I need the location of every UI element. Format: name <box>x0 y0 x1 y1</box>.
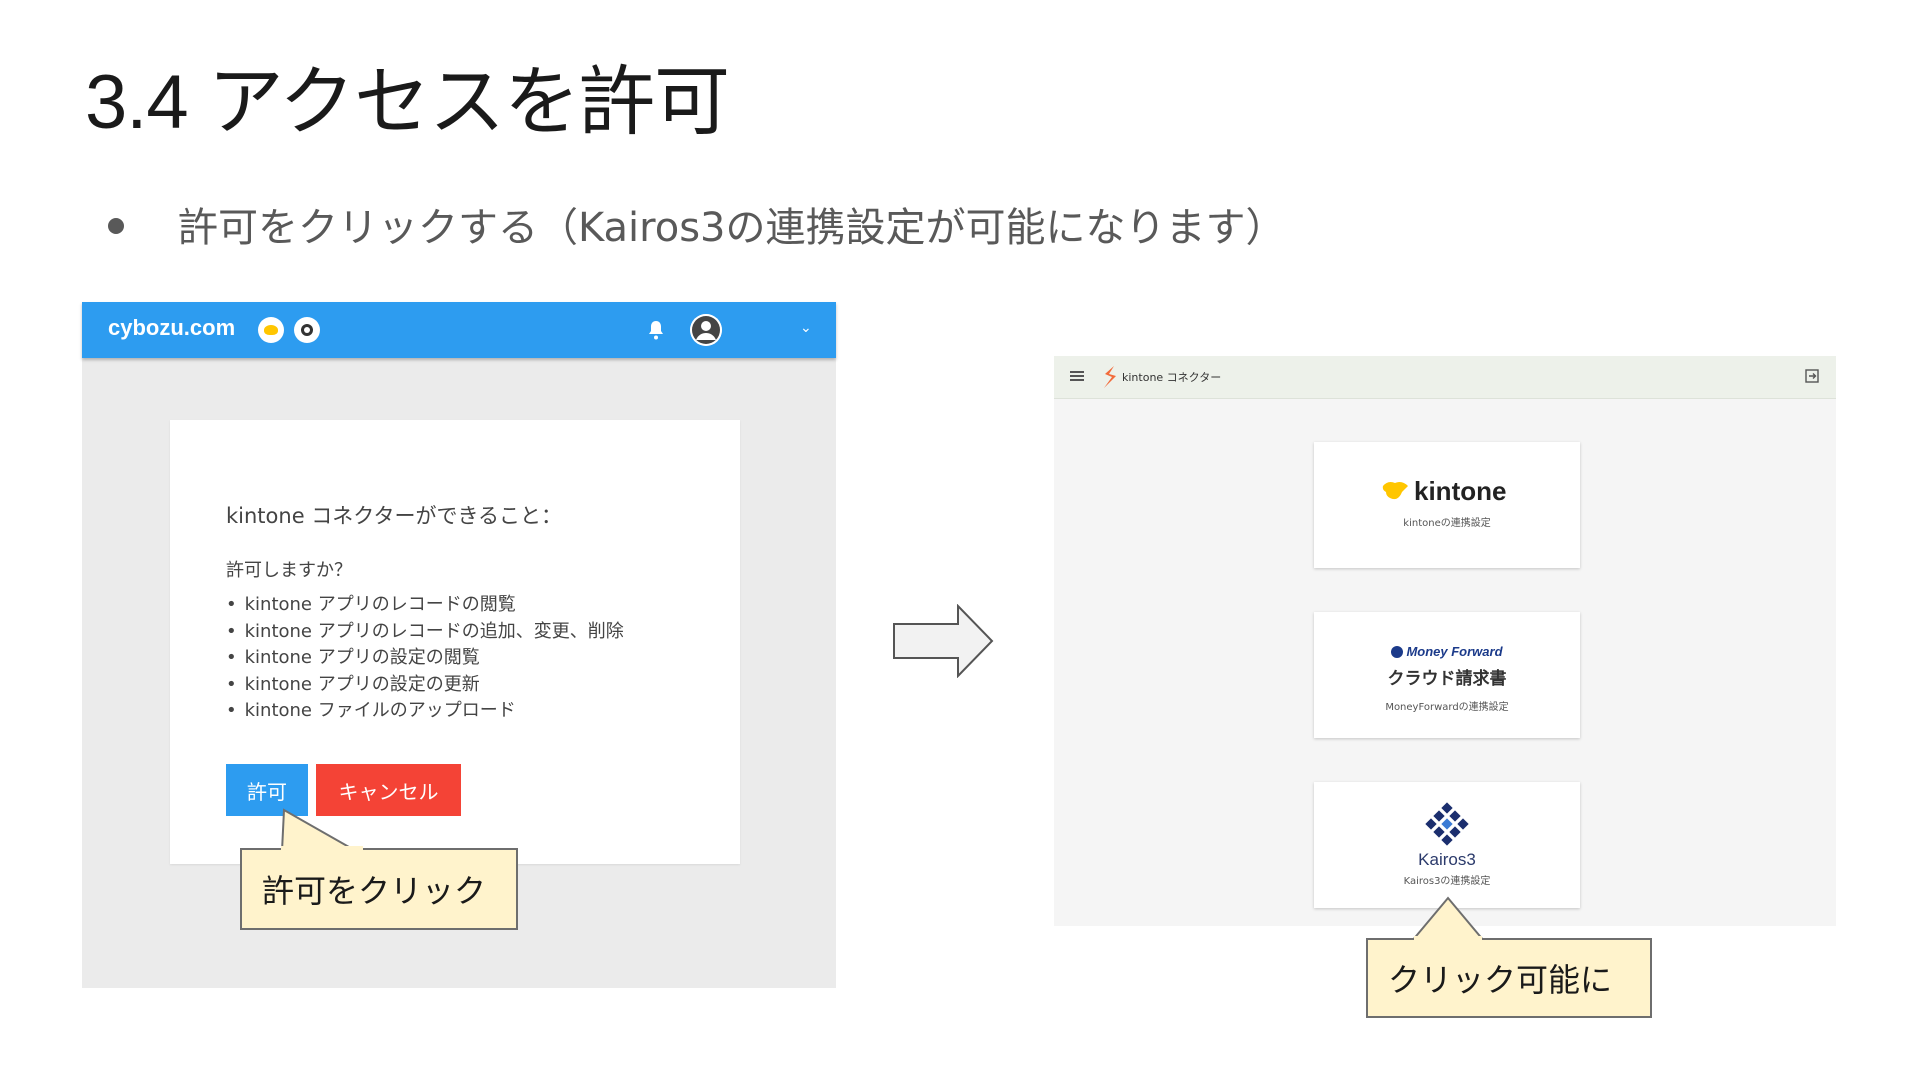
user-avatar-icon[interactable] <box>690 314 722 346</box>
moneyforward-logo-icon <box>1391 645 1404 658</box>
bullet-text: 許可をクリックする（Kairos3の連携設定が可能になります） <box>178 205 1286 251</box>
menu-icon[interactable] <box>1070 371 1084 381</box>
callout-tail-cover-2 <box>1414 936 1482 942</box>
permission-item: kintone アプリの設定の更新 <box>226 672 624 699</box>
cancel-button[interactable]: キャンセル <box>316 764 461 816</box>
permission-dialog: kintone コネクターができること： 許可しますか？ kintone アプリ… <box>170 420 740 864</box>
dialog-title: kintone コネクターができること： <box>226 504 563 528</box>
bell-icon[interactable] <box>644 318 668 342</box>
bullet-dot-icon <box>108 218 124 234</box>
kintone-card-name: kintone <box>1414 476 1507 506</box>
allow-button[interactable]: 許可 <box>226 764 308 816</box>
kairos3-logo-icon <box>1425 802 1469 846</box>
moneyforward-card-sub: MoneyForwardの連携設定 <box>1385 702 1509 713</box>
callout-allow: 許可をクリック <box>240 848 518 930</box>
callout-tail-cover <box>281 846 363 852</box>
kairos3-card-sub: Kairos3の連携設定 <box>1403 876 1491 887</box>
callout-clickable-text: クリック可能に <box>1388 961 1613 999</box>
permission-item: kintone アプリのレコードの追加、変更、削除 <box>226 619 624 646</box>
moneyforward-card-name: クラウド請求書 <box>1387 669 1507 689</box>
slide-title: 3.4 アクセスを許可 <box>85 60 730 145</box>
callout-clickable: クリック可能に <box>1366 938 1652 1018</box>
dialog-question: 許可しますか？ <box>226 560 352 581</box>
connector-title: kintone コネクター <box>1122 371 1222 384</box>
permission-item: kintone アプリの設定の閲覧 <box>226 645 624 672</box>
kintone-card-sub: kintoneの連携設定 <box>1403 518 1491 529</box>
permission-list: kintone アプリのレコードの閲覧 kintone アプリのレコードの追加、… <box>226 592 624 725</box>
kairos3-card[interactable]: Kairos3 Kairos3の連携設定 <box>1314 782 1580 908</box>
right-screenshot: kintone コネクター kintone kintoneの連携設定 Money… <box>1054 356 1836 926</box>
kintone-icon[interactable] <box>258 317 284 343</box>
kintone-logo-icon <box>1382 482 1408 500</box>
logout-icon[interactable] <box>1804 368 1820 384</box>
cybozu-logo[interactable]: cybozu.com <box>108 315 235 341</box>
callout-allow-text: 許可をクリック <box>262 872 487 910</box>
chevron-down-icon[interactable]: ⌄ <box>800 320 812 336</box>
slide-bullet: 許可をクリックする（Kairos3の連携設定が可能になります） <box>108 195 1285 253</box>
permission-item: kintone ファイルのアップロード <box>226 698 624 725</box>
moneyforward-brand: Money Forward <box>1314 644 1580 659</box>
moneyforward-card[interactable]: Money Forward クラウド請求書 MoneyForwardの連携設定 <box>1314 612 1580 738</box>
permission-item: kintone アプリのレコードの閲覧 <box>226 592 624 619</box>
kintone-card[interactable]: kintone kintoneの連携設定 <box>1314 442 1580 568</box>
cybozu-header: cybozu.com ⌄ <box>82 302 836 358</box>
moneyforward-brand-text: Money Forward <box>1406 644 1503 659</box>
connector-logo-icon <box>1104 366 1116 388</box>
gear-icon[interactable] <box>294 317 320 343</box>
connector-header: kintone コネクター <box>1054 356 1836 399</box>
kairos3-card-name: Kairos3 <box>1418 850 1476 869</box>
right-arrow-icon <box>893 604 994 678</box>
